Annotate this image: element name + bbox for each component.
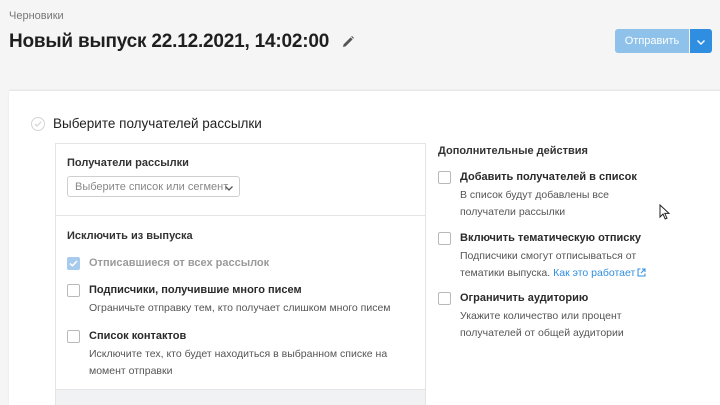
desc-text: тематики выпуска. <box>460 267 551 279</box>
step-title: Выберите получателей рассылки <box>53 116 262 131</box>
page-title: Новый выпуск 22.12.2021, 14:02:00 <box>9 31 330 52</box>
divider <box>55 215 426 216</box>
desc-line: Исключите тех, кто будет находиться в вы… <box>89 348 388 360</box>
thematic-unsubscribe-checkbox[interactable] <box>438 232 451 245</box>
desc-line: Подписчики смогут отписываться от <box>460 250 637 262</box>
external-link-icon[interactable] <box>637 266 646 277</box>
exclude-contact-list-desc: Исключите тех, кто будет находиться в вы… <box>89 346 387 380</box>
limit-audience-option: Ограничить аудиторию Укажите количество … <box>438 292 624 342</box>
chevron-down-icon <box>697 32 705 50</box>
limit-audience-checkbox[interactable] <box>438 292 451 305</box>
exclude-unsubscribed-label: Отписавшиеся от всех рассылок <box>89 257 270 269</box>
recipients-select[interactable]: Выберите список или сегмент <box>67 176 240 197</box>
exclude-unsubscribed-option: Отписавшиеся от всех рассылок <box>67 257 269 270</box>
extra-actions-title: Дополнительные действия <box>438 145 588 157</box>
step-header: Выберите получателей рассылки <box>31 116 262 131</box>
add-to-list-label[interactable]: Добавить получателей в список <box>460 171 637 184</box>
limit-audience-label[interactable]: Ограничить аудиторию <box>460 292 624 305</box>
option-text: Отписавшиеся от всех рассылок <box>89 257 269 270</box>
option-text: Список контактов Исключите тех, кто буде… <box>89 330 387 380</box>
desc-line: получателей от общей аудитории <box>460 327 624 339</box>
how-it-works-link[interactable]: Как это работает <box>553 267 635 279</box>
desc-line: Укажите количество или процент <box>460 310 622 322</box>
desc-line: момент отправки <box>89 365 173 377</box>
exclude-many-emails-option: Подписчики, получившие много писем Огран… <box>67 284 391 317</box>
thematic-unsubscribe-desc: Подписчики смогут отписываться от темати… <box>460 248 646 282</box>
option-text: Подписчики, получившие много писем Огран… <box>89 284 391 317</box>
select-placeholder: Выберите список или сегмент <box>75 180 229 193</box>
breadcrumb[interactable]: Черновики <box>9 10 64 22</box>
exclude-unsubscribed-checkbox[interactable] <box>67 257 80 270</box>
exclude-many-emails-desc: Ограничьте отправку тем, кто получает сл… <box>89 302 391 314</box>
pencil-icon[interactable] <box>341 35 355 49</box>
option-text: Ограничить аудиторию Укажите количество … <box>460 292 624 342</box>
limit-audience-desc: Укажите количество или процент получател… <box>460 308 624 342</box>
thematic-unsubscribe-option: Включить тематическую отписку Подписчики… <box>438 232 646 282</box>
option-text: Включить тематическую отписку Подписчики… <box>460 232 646 282</box>
check-circle-icon <box>31 116 45 131</box>
exclude-many-emails-checkbox[interactable] <box>67 284 80 297</box>
desc-line: тематики выпуска. Как это работает <box>460 265 646 282</box>
recipients-label: Получатели рассылки <box>67 157 189 169</box>
chevron-down-icon <box>225 182 233 194</box>
desc-line: В список будут добавлены все <box>460 189 609 201</box>
exclude-contact-list-checkbox[interactable] <box>67 330 80 343</box>
add-to-list-checkbox[interactable] <box>438 171 451 184</box>
exclude-contact-list-option: Список контактов Исключите тех, кто буде… <box>67 330 387 380</box>
add-to-list-option: Добавить получателей в список В список б… <box>438 171 637 221</box>
panel-footer <box>56 389 425 405</box>
desc-line: получатели рассылки <box>460 206 566 218</box>
send-button[interactable]: Отправить <box>615 29 689 53</box>
send-button-group: Отправить <box>615 29 712 53</box>
add-to-list-desc: В список будут добавлены все получатели … <box>460 187 637 221</box>
exclude-many-emails-label[interactable]: Подписчики, получившие много писем <box>89 284 391 297</box>
thematic-unsubscribe-label[interactable]: Включить тематическую отписку <box>460 232 646 245</box>
option-text: Добавить получателей в список В список б… <box>460 171 637 221</box>
exclude-contact-list-label[interactable]: Список контактов <box>89 330 387 343</box>
exclude-label: Исключить из выпуска <box>67 230 193 242</box>
title-row: Новый выпуск 22.12.2021, 14:02:00 <box>9 31 355 53</box>
send-dropdown-button[interactable] <box>690 29 712 53</box>
mouse-pointer-icon <box>659 203 671 220</box>
